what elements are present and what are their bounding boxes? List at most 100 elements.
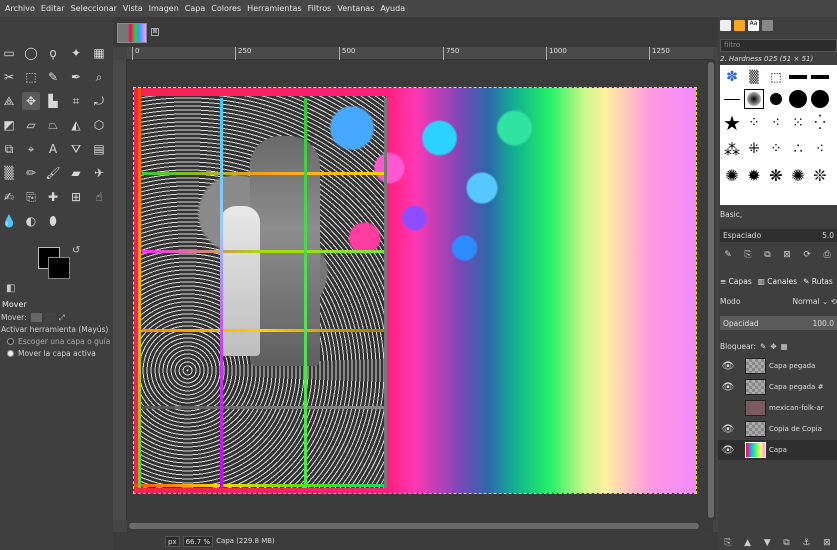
opacity-slider[interactable]: Opacidad 100.0 xyxy=(720,316,837,330)
brush-item[interactable] xyxy=(810,89,830,109)
color-select-icon[interactable]: ▦ xyxy=(90,44,108,62)
radio-pick-layer[interactable] xyxy=(7,337,14,345)
visibility-eye-icon[interactable]: 👁 xyxy=(718,361,738,372)
align-icon[interactable]: ▙ xyxy=(44,92,62,110)
move-path-mode-icon[interactable]: ⤢ xyxy=(59,313,70,322)
menu-ayuda[interactable]: Ayuda xyxy=(377,4,408,13)
layer-row[interactable]: mexican-folk-ar xyxy=(718,398,837,418)
brush-item[interactable]: ∴ xyxy=(788,139,808,159)
brush-item[interactable]: ★ xyxy=(722,111,742,135)
image-tab-thumbnail[interactable] xyxy=(117,23,147,43)
horizontal-scrollbar[interactable] xyxy=(127,520,713,532)
crop-icon[interactable]: ⌗ xyxy=(67,92,85,110)
zoom-select[interactable]: 66.7 % xyxy=(182,535,214,547)
flip-icon[interactable]: ◭ xyxy=(67,116,85,134)
swap-colors-icon[interactable]: ↺ xyxy=(72,245,80,256)
clone-icon[interactable]: ⎘ xyxy=(22,188,40,206)
handle-transform-icon[interactable]: ⌖ xyxy=(22,140,40,158)
layer-name[interactable]: Copia de Copia xyxy=(769,425,822,433)
menu-archivo[interactable]: Archivo xyxy=(2,4,38,13)
heal-icon[interactable]: ✚ xyxy=(44,188,62,206)
dodge-icon[interactable]: ◐ xyxy=(22,212,40,230)
perspective-clone-icon[interactable]: ⊞ xyxy=(67,188,85,206)
zoom-icon[interactable]: ⌕ xyxy=(90,68,108,86)
brush-filter-input[interactable]: filtro xyxy=(720,39,837,52)
shear-icon[interactable]: ▱ xyxy=(22,116,40,134)
tab-canales[interactable]: ▥ Canales xyxy=(758,277,797,286)
brush-item[interactable]: ▒ xyxy=(744,67,764,87)
menu-capa[interactable]: Capa xyxy=(182,4,208,13)
menu-ventanas[interactable]: Ventanas xyxy=(334,4,377,13)
patterns-tab-icon[interactable] xyxy=(734,20,745,31)
brush-item[interactable]: ✽ xyxy=(722,67,742,87)
menu-filtros[interactable]: Filtros xyxy=(305,4,335,13)
brush-spacing-slider[interactable]: Espaciado 5.0 xyxy=(720,229,837,242)
document-history-tab-icon[interactable] xyxy=(762,20,773,31)
brush-item[interactable] xyxy=(788,67,808,87)
brush-item[interactable]: ⁖ xyxy=(810,139,830,159)
move-selection-mode-icon[interactable] xyxy=(44,312,56,322)
warp-icon[interactable]: ⧉ xyxy=(0,140,18,158)
default-colors-icon[interactable]: ◧ xyxy=(6,283,15,294)
brush-item[interactable]: ❊ xyxy=(810,165,830,185)
option-pick-layer[interactable]: Escoger una capa o guía xyxy=(0,335,113,347)
bucket-fill-icon[interactable]: ⛛ xyxy=(67,140,85,158)
radio-move-active[interactable] xyxy=(7,349,14,357)
airbrush-icon[interactable]: ✈ xyxy=(90,164,108,182)
vertical-scroll-thumb[interactable] xyxy=(708,62,714,518)
menu-seleccionar[interactable]: Seleccionar xyxy=(68,4,120,13)
scale-icon[interactable]: ◩ xyxy=(0,116,18,134)
layer-row-active[interactable]: 👁 Capa xyxy=(718,440,837,460)
option-move-active[interactable]: Mover la capa activa xyxy=(0,347,113,359)
paths-icon[interactable]: ✎ xyxy=(44,68,62,86)
brush-item[interactable]: ⁖ xyxy=(766,113,786,133)
lock-pixels-icon[interactable]: ✎ xyxy=(760,342,766,351)
blur-icon[interactable]: 💧 xyxy=(0,212,18,230)
edit-brush-icon[interactable]: ✎ xyxy=(724,250,732,264)
brushes-tab-icon[interactable] xyxy=(720,20,731,31)
lower-layer-icon[interactable]: ▼ xyxy=(764,538,771,548)
ink-drop-icon[interactable]: ⬮ xyxy=(44,212,62,230)
menu-imagen[interactable]: Imagen xyxy=(146,4,182,13)
gradient-icon[interactable]: ▒ xyxy=(0,164,18,182)
brush-item[interactable] xyxy=(810,67,830,87)
ink-icon[interactable]: ✍ xyxy=(0,188,18,206)
delete-layer-icon[interactable]: ⊠ xyxy=(823,538,831,548)
new-brush-icon[interactable]: ⎘ xyxy=(744,250,751,264)
foreground-select-icon[interactable]: ⬚ xyxy=(22,68,40,86)
close-tab-icon[interactable]: ⊠ xyxy=(151,28,159,36)
layer-row[interactable]: 👁 Capa pegada xyxy=(718,356,837,376)
background-color-swatch[interactable] xyxy=(48,257,70,279)
horizontal-ruler[interactable]: 0 250 500 750 1000 1250 xyxy=(127,47,713,60)
rotate-icon[interactable]: ⤾ xyxy=(90,92,108,110)
brush-item[interactable]: ✹ xyxy=(744,165,764,185)
scissors-icon[interactable]: ✂ xyxy=(0,68,18,86)
menu-editar[interactable]: Editar xyxy=(38,4,68,13)
color-picker-icon[interactable]: ✒ xyxy=(67,68,85,86)
layer-name[interactable]: Capa pegada xyxy=(769,362,815,370)
delete-brush-icon[interactable]: ⊠ xyxy=(783,250,791,264)
menu-herramientas[interactable]: Herramientas xyxy=(244,4,305,13)
measure-icon[interactable]: ⟁ xyxy=(0,92,18,110)
lock-position-icon[interactable]: ✥ xyxy=(770,342,776,351)
image-canvas[interactable] xyxy=(133,87,697,494)
brush-preset-select[interactable]: Basic, xyxy=(720,210,837,223)
ellipse-select-icon[interactable]: ◯ xyxy=(22,44,40,62)
unit-select[interactable]: px xyxy=(165,535,180,547)
tab-rutas[interactable]: ✎ Rutas xyxy=(803,277,833,286)
perspective-icon[interactable]: ⏢ xyxy=(44,116,62,134)
new-layer-icon[interactable]: ⎘ xyxy=(724,538,731,548)
visibility-eye-icon[interactable]: 👁 xyxy=(718,424,738,435)
lock-alpha-icon[interactable]: ▦ xyxy=(781,342,788,351)
brush-item[interactable] xyxy=(766,89,786,109)
layer-row[interactable]: 👁 Copia de Copia xyxy=(718,419,837,439)
move-icon[interactable]: ✥ xyxy=(22,92,40,110)
menu-colores[interactable]: Colores xyxy=(208,4,244,13)
layer-row[interactable]: 👁 Capa pegada # xyxy=(718,377,837,397)
brush-item[interactable]: ✺ xyxy=(722,165,742,185)
vertical-ruler[interactable] xyxy=(113,60,127,520)
brush-item[interactable]: ⁙ xyxy=(788,113,808,133)
vertical-scrollbar[interactable] xyxy=(706,60,716,520)
tab-capas[interactable]: ≡ Capas xyxy=(720,277,752,286)
move-layer-mode-icon[interactable] xyxy=(30,312,42,322)
